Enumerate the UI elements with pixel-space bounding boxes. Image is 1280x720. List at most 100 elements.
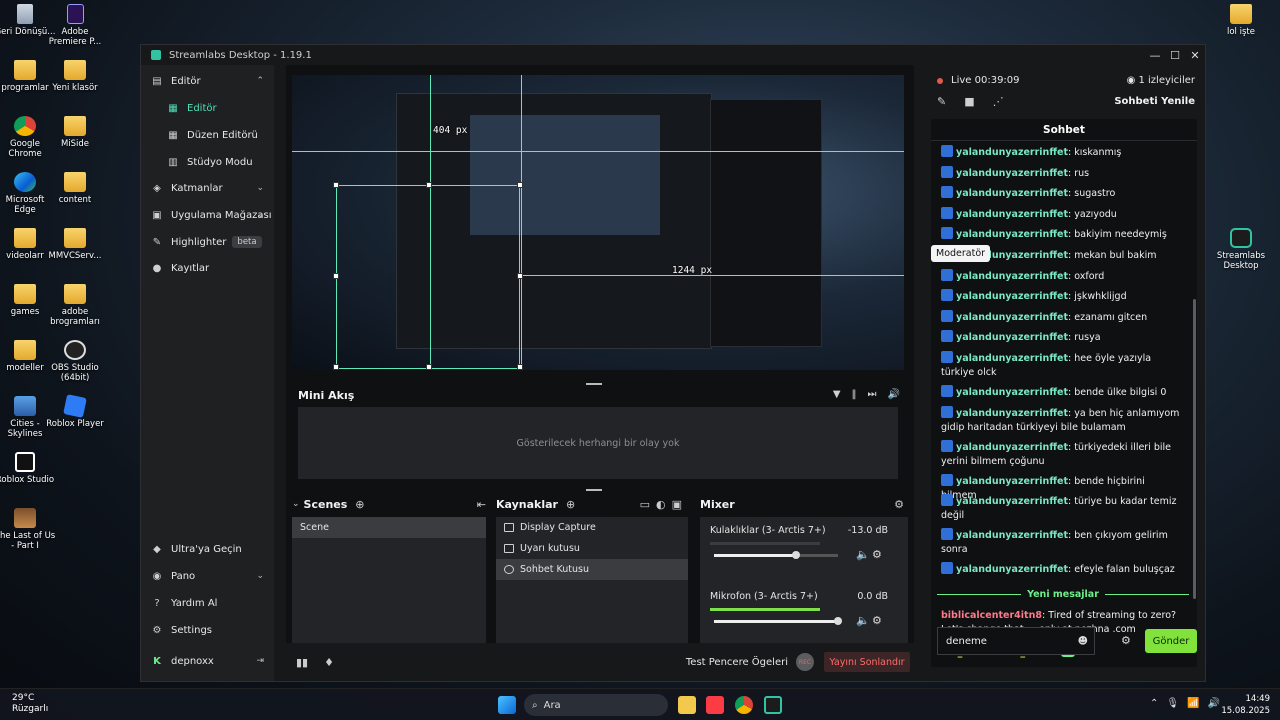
file-explorer-icon[interactable] <box>678 696 696 714</box>
chat-username[interactable]: yalandunyazerrinffet <box>956 353 1068 364</box>
sidebar-item-ultra[interactable]: ◆ Ultra'ya Geçin <box>141 537 274 561</box>
volume-icon[interactable]: 🔈 <box>856 548 870 561</box>
resize-handle[interactable] <box>333 273 339 279</box>
camera-icon[interactable]: ■ <box>964 95 974 108</box>
maximize-button[interactable]: ☐ <box>1165 49 1185 62</box>
volume-slider-knob[interactable] <box>792 551 800 559</box>
desktop-icon[interactable]: OBS Studio (64bit) <box>44 340 106 383</box>
volume-slider-knob[interactable] <box>834 617 842 625</box>
sidebar-item-recordings[interactable]: ● Kayıtlar <box>141 256 274 280</box>
resize-handle[interactable] <box>426 364 432 370</box>
close-button[interactable]: ✕ <box>1185 49 1205 62</box>
desktop-icon[interactable]: MiSide <box>44 116 106 149</box>
end-stream-button[interactable]: Yayını Sonlandır <box>824 652 910 672</box>
start-icon[interactable] <box>498 696 516 714</box>
desktop-icon[interactable]: Yeni klasör <box>44 60 106 93</box>
sidebar-item-layout-editor[interactable]: ▦ Düzen Editörü <box>141 123 274 147</box>
edit-icon[interactable]: ✎ <box>937 95 946 108</box>
emoji-icon[interactable]: ☻ <box>1078 636 1088 647</box>
tray-icons[interactable]: ⌃🎙📶🔊 <box>1150 698 1228 709</box>
pause-icon[interactable]: ‖ <box>852 389 857 400</box>
chevron-down-icon[interactable]: ⌄ <box>292 499 300 509</box>
desktop-icon[interactable]: lol işte <box>1210 4 1272 37</box>
sidebar-group-editor[interactable]: ▤ Editör ⌃ <box>141 69 274 93</box>
source-row-alert-box[interactable]: Uyarı kutusu <box>496 538 688 559</box>
share-icon[interactable]: ⋰ <box>993 95 1004 108</box>
sidebar-item-help[interactable]: ? Yardım Al <box>141 591 274 615</box>
resize-handle[interactable] <box>333 182 339 188</box>
chat-scrollbar[interactable] <box>1193 299 1196 599</box>
filter-icon[interactable]: ▼ <box>833 389 841 400</box>
drag-handle[interactable] <box>586 489 602 491</box>
chat-username[interactable]: yalandunyazerrinffet <box>956 496 1068 507</box>
chat-username[interactable]: yalandunyazerrinffet <box>956 147 1068 158</box>
resize-handle[interactable] <box>517 364 523 370</box>
resize-handle[interactable] <box>426 182 432 188</box>
weather-widget[interactable]: 29°C Rüzgarlı <box>12 693 48 715</box>
chat-username[interactable]: yalandunyazerrinffet <box>956 564 1068 575</box>
streamlabs-icon[interactable] <box>764 696 782 714</box>
desktop-icon[interactable]: Roblox Studio <box>0 452 56 485</box>
resize-handle[interactable] <box>517 273 523 279</box>
chat-username[interactable]: yalandunyazerrinffet <box>956 209 1068 220</box>
volume-icon[interactable]: 🔊 <box>888 389 900 400</box>
chat-username[interactable]: yalandunyazerrinffet <box>956 229 1068 240</box>
chat-username[interactable]: yalandunyazerrinffet <box>956 530 1068 541</box>
test-widgets-button[interactable]: Test Pencere Ögeleri <box>686 657 788 668</box>
record-button[interactable]: REC <box>796 653 814 671</box>
gear-icon[interactable]: ⚙ <box>1121 634 1131 647</box>
chat-username[interactable]: yalandunyazerrinffet <box>956 168 1068 179</box>
selection-box[interactable] <box>336 185 520 369</box>
chat-username[interactable]: yalandunyazerrinffet <box>956 312 1068 323</box>
source-tools-icon[interactable]: ▭◐▣ <box>640 498 688 511</box>
desktop-icon[interactable]: content <box>44 172 106 205</box>
refresh-chat-button[interactable]: Sohbeti Yenile <box>1114 96 1195 107</box>
collapse-icon[interactable]: ⇤ <box>477 498 486 511</box>
skip-icon[interactable]: ⏭ <box>868 389 877 400</box>
desktop-icon[interactable]: Adobe Premiere P... <box>44 4 106 47</box>
sidebar-item-settings[interactable]: ⚙ Settings <box>141 618 274 642</box>
send-button[interactable]: Gönder <box>1145 629 1197 653</box>
chat-username[interactable]: yalandunyazerrinffet <box>956 271 1068 282</box>
sidebar-user[interactable]: K depnoxx ⇥ <box>141 649 274 673</box>
chat-username[interactable]: yalandunyazerrinffet <box>956 408 1068 419</box>
scene-row[interactable]: Scene <box>292 517 486 538</box>
chat-username[interactable]: yalandunyazerrinffet <box>956 291 1068 302</box>
stats-icon[interactable]: ▮▮ <box>296 656 308 669</box>
resize-handle[interactable] <box>333 364 339 370</box>
minimize-button[interactable]: — <box>1145 49 1165 62</box>
add-scene-icon[interactable]: ⊕ <box>355 498 364 511</box>
sidebar-item-editor[interactable]: ▦ Editör <box>141 96 274 120</box>
source-row-chat-box[interactable]: Sohbet Kutusu <box>496 559 688 580</box>
chat-username[interactable]: biblicalcenter4itn8 <box>941 610 1042 621</box>
sidebar-item-studio-mode[interactable]: ▥ Stüdyo Modu <box>141 150 274 174</box>
chrome-icon[interactable] <box>735 696 753 714</box>
sidebar-item-dashboard[interactable]: ◉ Pano ⌄ <box>141 564 274 588</box>
music-icon[interactable] <box>706 696 724 714</box>
chat-username[interactable]: yalandunyazerrinffet <box>956 188 1068 199</box>
desktop-icon[interactable]: adobe brogramları <box>44 284 106 327</box>
resize-handle[interactable] <box>517 182 523 188</box>
logout-icon[interactable]: ⇥ <box>256 656 264 666</box>
desktop-icon[interactable]: MMVCServ... <box>44 228 106 261</box>
desktop-icon[interactable]: The Last of Us - Part I <box>0 508 56 551</box>
sidebar-item-layers[interactable]: ◈ Katmanlar ⌄ <box>141 176 274 200</box>
clock[interactable]: 14:49 15.08.2025 <box>1221 693 1270 717</box>
chat-username[interactable]: yalandunyazerrinffet <box>956 442 1068 453</box>
gear-icon[interactable]: ⚙ <box>894 498 904 511</box>
chat-username[interactable]: yalandunyazerrinffet <box>956 332 1068 343</box>
sidebar-item-highlighter[interactable]: ✎ Highlighter beta <box>141 230 274 254</box>
desktop-icon[interactable]: Roblox Player <box>44 394 106 429</box>
stream-preview[interactable]: 404 px 1244 px <box>292 75 904 370</box>
chat-username[interactable]: yalandunyazerrinffet <box>956 387 1068 398</box>
source-row-display-capture[interactable]: Display Capture <box>496 517 688 538</box>
notification-icon[interactable]: ♦ <box>324 656 334 669</box>
volume-icon[interactable]: 🔈 <box>856 614 870 627</box>
chat-input[interactable]: deneme ☻ <box>937 627 1095 655</box>
gear-icon[interactable]: ⚙ <box>872 548 882 561</box>
gear-icon[interactable]: ⚙ <box>872 614 882 627</box>
sidebar-item-app-store[interactable]: ▣ Uygulama Mağazası ⌄ <box>141 203 274 227</box>
desktop-icon[interactable]: Streamlabs Desktop <box>1210 228 1272 271</box>
add-source-icon[interactable]: ⊕ <box>566 498 575 511</box>
chat-username[interactable]: yalandunyazerrinffet <box>956 476 1068 487</box>
